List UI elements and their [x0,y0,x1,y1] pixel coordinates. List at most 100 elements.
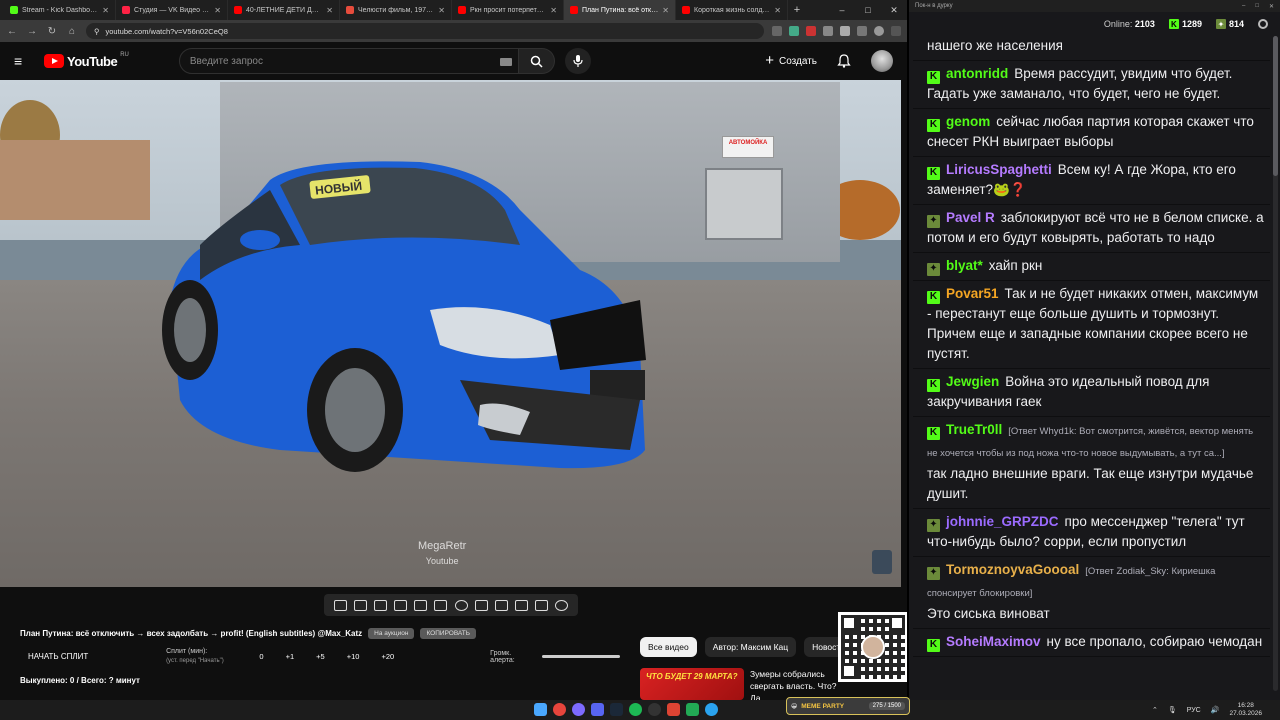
discord-icon[interactable] [591,703,604,716]
chat-message: K LiricusSpaghetti Всем ку! А где Жора, кт… [913,157,1270,205]
extension-icon[interactable] [806,26,816,36]
close-icon[interactable]: ✕ [1269,3,1274,10]
stats-icon[interactable] [474,599,488,611]
tray-chevron-icon[interactable]: ⌃ [1152,706,1158,714]
home-icon[interactable]: ⌂ [66,26,78,37]
extension-icon[interactable] [772,26,782,36]
gear-icon[interactable] [1258,19,1268,29]
tab-close-icon[interactable]: ✕ [102,6,109,15]
chat-username[interactable]: Jewgien [946,374,999,389]
chat-username[interactable]: Povar51 [946,286,999,301]
maximize-icon[interactable]: □ [1255,3,1259,10]
clapper-icon[interactable] [394,599,408,611]
related-video-thumbnail[interactable]: ЧТО БУДЕТ 29 МАРТА? [640,668,744,700]
steam-icon[interactable] [610,703,623,716]
language-indicator[interactable]: РУС [1187,707,1201,714]
browser-tab[interactable]: Ркн просит потерпеть :) - Yo✕ [452,0,564,20]
browser-tab[interactable]: План Путина: всё отклю ✕ [564,0,676,20]
copy-button[interactable]: КОПИРОВАТЬ [420,628,476,639]
app-icon[interactable] [686,703,699,716]
gear-icon[interactable] [555,599,569,611]
minimize-icon[interactable]: – [829,0,855,20]
create-button[interactable]: + Создать [765,53,817,68]
start-split-button[interactable]: НАЧАТЬ СПЛИТ [20,652,166,661]
chat-username[interactable]: TrueTr0ll [946,422,1002,437]
film-icon[interactable] [434,599,448,611]
split-add-1[interactable]: +1 [286,652,295,661]
browser-tab[interactable]: Челюсти фильм, 1975, дата ✕ [340,0,452,20]
speed-icon[interactable] [454,599,468,611]
camera-icon[interactable] [514,599,528,611]
obs-icon[interactable] [648,703,661,716]
app-icon[interactable] [572,703,585,716]
chat-username[interactable]: johnnie_GRPZDC [946,514,1059,529]
avatar[interactable] [871,50,893,72]
browser-tab[interactable]: 40-ЛЕТНИЕ ДЕТИ ДИСНЕЯ ✕ [228,0,340,20]
meme-party-widget[interactable]: 😀 MEME PARTY 275 / 1500 [786,697,910,715]
download-icon[interactable] [494,599,508,611]
chat-username[interactable]: LiricusSpaghetti [946,162,1052,177]
chat-scrollbar[interactable] [1273,36,1278,691]
start-icon[interactable] [534,703,547,716]
chat-username[interactable]: blyat* [946,258,983,273]
site-info-icon[interactable]: ⚲ [94,27,100,36]
tab-close-icon[interactable]: ✕ [214,6,221,15]
scrollbar-thumb[interactable] [1273,36,1278,176]
audio-icon[interactable] [353,599,367,611]
notifications-icon[interactable] [837,54,851,68]
eye-icon[interactable] [373,599,387,611]
forward-icon[interactable]: → [26,26,38,37]
tab-close-icon[interactable]: ✕ [326,6,333,15]
microphone-icon[interactable]: 🎙 [1168,706,1177,714]
chat-username[interactable]: antonridd [946,66,1008,81]
auction-button[interactable]: На аукцион [368,628,415,639]
minimize-icon[interactable]: – [1242,3,1245,10]
video-player[interactable]: АВТОМОЙКА НОВЫЙ MegaRetr Youtube [0,80,901,587]
split-add-20[interactable]: +20 [381,652,394,661]
chip-all[interactable]: Все видео [640,637,697,657]
chat-username[interactable]: SoheiMaximov [946,634,1041,649]
chrome-icon[interactable] [553,703,566,716]
browser-tab[interactable]: Stream - Kick Dashboard ✕ [4,0,116,20]
youtube-logo[interactable]: YouTube RU [44,52,129,69]
reload-icon[interactable]: ↻ [46,26,58,37]
chat-username[interactable]: TormoznoyvaGoooal [946,562,1079,577]
clock[interactable]: 16:28 27.03.2026 [1229,702,1262,718]
browser-tab[interactable]: Студия — VK Видео Live ✕ [116,0,228,20]
extension-icon[interactable] [789,26,799,36]
volume-icon[interactable]: 🔊 [1211,706,1220,714]
spotify-icon[interactable] [629,703,642,716]
search-button[interactable] [518,48,555,74]
alert-volume-slider[interactable] [542,655,620,658]
menu-icon[interactable] [891,26,901,36]
split-value[interactable]: 0 [259,652,263,661]
tab-close-icon[interactable]: ✕ [438,6,445,15]
new-tab-button[interactable]: + [788,0,806,20]
tab-close-icon[interactable]: ✕ [662,6,669,15]
chip-author[interactable]: Автор: Максим Кац [704,637,797,657]
chat-username[interactable]: Pavel R [946,210,995,225]
tab-close-icon[interactable]: ✕ [774,6,781,15]
search-input[interactable]: Введите запрос [178,48,519,74]
split-add-5[interactable]: +5 [316,652,325,661]
split-add-10[interactable]: +10 [347,652,360,661]
back-icon[interactable]: ← [6,26,18,37]
download-icon[interactable] [857,26,867,36]
app-icon[interactable] [667,703,680,716]
screen-icon[interactable] [414,599,428,611]
extension-icon[interactable] [840,26,850,36]
chat-username[interactable]: genom [946,114,990,129]
url-field[interactable]: ⚲ youtube.com/watch?v=V56n02CeQ8 [86,23,764,39]
keyboard-icon[interactable] [499,58,512,66]
loop-icon[interactable] [333,599,347,611]
browser-tab[interactable]: Короткая жизнь солдата | С ✕ [676,0,788,20]
maximize-icon[interactable]: □ [855,0,881,20]
voice-search-button[interactable] [564,48,591,74]
profile-icon[interactable] [874,26,884,36]
tab-close-icon[interactable]: ✕ [550,6,557,15]
menu-icon[interactable]: ≡ [14,53,28,69]
close-icon[interactable]: ✕ [881,0,907,20]
extension-icon[interactable] [823,26,833,36]
flask-icon[interactable] [535,599,549,611]
telegram-icon[interactable] [705,703,718,716]
